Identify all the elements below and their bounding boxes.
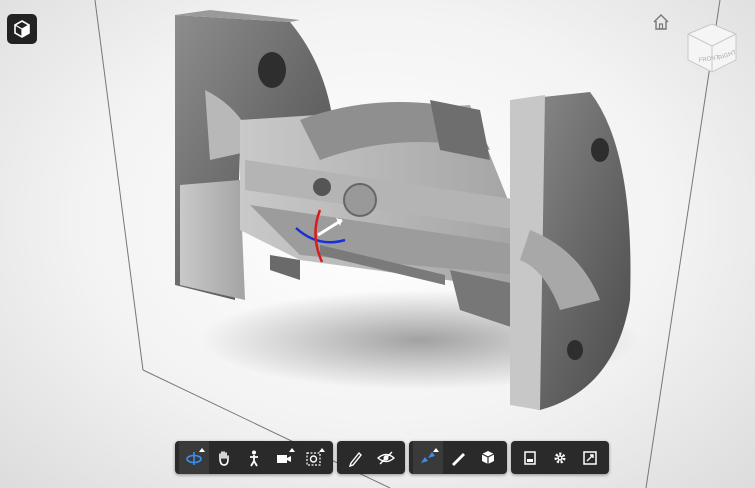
viewcube[interactable]: FRONT RIGHT	[686, 22, 738, 74]
measure-icon	[452, 452, 465, 466]
eye-icon	[377, 451, 395, 464]
model-browser-tool[interactable]	[473, 441, 503, 474]
flyout-indicator	[199, 448, 205, 452]
fullscreen-icon	[583, 450, 597, 465]
home-icon[interactable]	[652, 13, 670, 31]
flyout-indicator	[319, 448, 325, 452]
explode-tool[interactable]	[413, 441, 443, 474]
3d-viewport[interactable]: FRONT RIGHT	[0, 0, 755, 488]
cube-icon	[14, 20, 30, 38]
visibility-tool[interactable]	[371, 441, 401, 474]
analysis-tools	[409, 441, 507, 474]
orbit-tool[interactable]	[179, 441, 209, 474]
camera-tool[interactable]	[269, 441, 299, 474]
first-person-tool[interactable]	[239, 441, 269, 474]
flyout-indicator	[433, 448, 439, 452]
toolbar	[175, 441, 609, 474]
fullscreen-tool[interactable]	[575, 441, 605, 474]
settings-tools	[511, 441, 609, 474]
model-browser-button[interactable]	[7, 14, 37, 44]
measure-tool[interactable]	[443, 441, 473, 474]
markup-tools	[337, 441, 405, 474]
pan-tool[interactable]	[209, 441, 239, 474]
model-scene[interactable]	[0, 0, 755, 488]
navigation-tools	[175, 441, 333, 474]
first-person-icon	[250, 450, 258, 466]
gear-icon	[554, 452, 566, 463]
properties-icon	[524, 450, 536, 465]
model-browser-icon	[481, 450, 495, 464]
pencil-icon	[348, 451, 362, 467]
fit-view-tool[interactable]	[299, 441, 329, 474]
flyout-indicator	[289, 448, 295, 452]
properties-tool[interactable]	[515, 441, 545, 474]
markup-tool[interactable]	[341, 441, 371, 474]
settings-tool[interactable]	[545, 441, 575, 474]
pan-icon	[219, 450, 229, 466]
